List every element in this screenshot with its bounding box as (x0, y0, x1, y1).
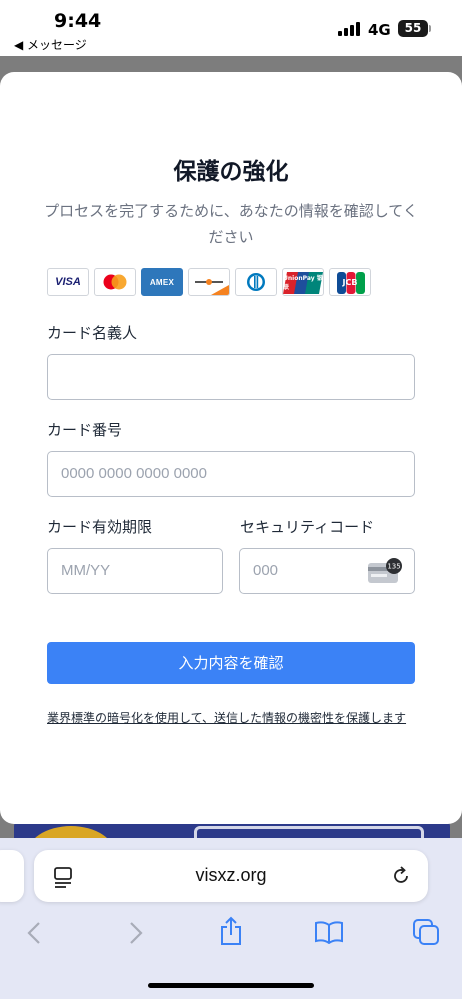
cvc-icon-text: 135 (387, 563, 400, 571)
cardholder-name-input[interactable] (47, 354, 415, 400)
mastercard-logo-icon (94, 268, 136, 296)
jcb-logo-icon: JCB (329, 268, 371, 296)
bookmarks-icon[interactable] (314, 920, 344, 944)
cvc-card-icon: 135 (368, 558, 402, 583)
verification-modal: 保護の強化 プロセスを完了するために、あなたの情報を確認してください VISA … (0, 72, 462, 824)
expiry-input[interactable]: MM/YY (47, 548, 223, 594)
visa-text: VISA (55, 276, 81, 288)
modal-title: 保護の強化 (173, 159, 289, 185)
url-text[interactable]: visxz.org (34, 865, 428, 886)
amex-logo-icon: AMEX (141, 268, 183, 296)
encryption-notice: 業界標準の暗号化を使用して、送信した情報の機密性を保護します (47, 711, 407, 725)
cardholder-label: カード名義人 (47, 324, 138, 342)
cellular-signal-icon (338, 22, 360, 36)
status-time: 9:44 (54, 10, 102, 32)
forward-arrow-icon[interactable] (124, 920, 146, 946)
modal-subtitle: プロセスを完了するために、あなたの情報を確認してください (44, 202, 418, 246)
previous-tab-peek[interactable] (0, 850, 24, 902)
expiry-label: カード有効期限 (47, 518, 153, 536)
visa-logo-icon: VISA (47, 268, 89, 296)
back-arrow-icon[interactable] (24, 920, 46, 946)
status-bar: 9:44 ◀ メッセージ 4G 55 (0, 0, 462, 56)
discover-logo-icon (188, 268, 230, 296)
network-type: 4G (368, 21, 391, 39)
jcb-text: JCB (342, 277, 358, 287)
address-bar[interactable]: visxz.org (34, 850, 428, 902)
unionpay-logo-icon: UnionPay 银联 (282, 268, 324, 296)
battery-tip (429, 25, 431, 32)
card-brand-logos: VISA AMEX UnionPay 银联 JCB (47, 268, 371, 296)
card-number-input[interactable]: 0000 0000 0000 0000 (47, 451, 415, 497)
discover-graphic (195, 279, 229, 295)
confirm-submit-button[interactable]: 入力内容を確認 (47, 642, 415, 684)
battery-icon: 55 (398, 20, 428, 37)
back-to-messages-link[interactable]: ◀ メッセージ (14, 36, 87, 53)
amex-text: AMEX (149, 277, 175, 287)
unionpay-text: UnionPay 银联 (283, 275, 323, 291)
reload-icon[interactable] (390, 865, 412, 887)
tabs-icon[interactable] (412, 918, 440, 946)
home-indicator (148, 983, 314, 988)
diners-graphic (247, 273, 265, 291)
card-number-label: カード番号 (47, 421, 123, 439)
security-code-label: セキュリティコード (240, 518, 375, 536)
mastercard-circles (103, 274, 127, 290)
share-icon[interactable] (218, 916, 244, 946)
diners-club-logo-icon (235, 268, 277, 296)
